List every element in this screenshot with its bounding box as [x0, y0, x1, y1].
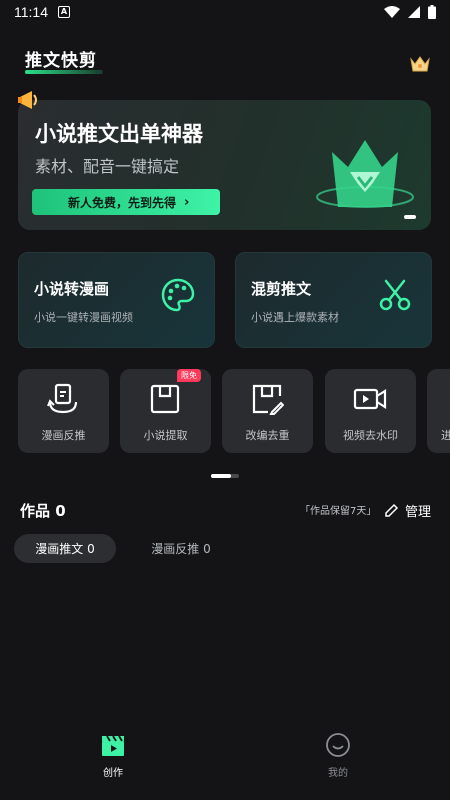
banner-cta-label: 新人免费，先到先得 — [68, 195, 177, 210]
banner-title: 小说推文出单神器 — [35, 122, 203, 146]
tool-partial[interactable]: 进 — [427, 369, 450, 453]
banner-page-indicator — [404, 215, 416, 219]
tool-label: 小说提取 — [143, 429, 188, 442]
chevron-right-icon: › — [184, 194, 190, 210]
diamond-crown-icon — [316, 140, 414, 208]
nav-label: 我的 — [328, 768, 348, 779]
tool-label: 进 — [441, 429, 450, 442]
smiley-icon — [326, 733, 350, 757]
app-title: 推文快剪 — [25, 46, 103, 74]
nav-mine[interactable]: 我的 — [308, 732, 368, 779]
feature-card-title: 小说转漫画 — [34, 280, 110, 298]
nav-create[interactable]: 创作 — [83, 732, 143, 779]
tab-label: 漫画推文 0 — [35, 542, 95, 556]
tool-label: 漫画反推 — [41, 429, 86, 442]
notification-a-icon: A — [58, 6, 70, 18]
status-icons — [384, 5, 436, 19]
tools-scroll-indicator — [211, 474, 239, 478]
manage-label: 管理 — [405, 505, 432, 520]
tab-comic-tweet[interactable]: 漫画推文 0 — [14, 534, 116, 563]
feature-card-mix-cut[interactable]: 混剪推文 小说遇上爆款素材 — [235, 252, 432, 348]
title-underline — [25, 70, 103, 74]
tab-label: 漫画反推 0 — [151, 542, 211, 556]
signal-icon — [408, 6, 420, 18]
status-time: 11:14 — [14, 4, 48, 20]
feature-card-title: 混剪推文 — [251, 280, 312, 298]
tab-comic-reverse[interactable]: 漫画反推 0 — [130, 534, 232, 563]
feature-card-subtitle: 小说遇上爆款素材 — [251, 311, 339, 324]
tool-adapt-dedupe[interactable]: 改编去重 — [222, 369, 313, 453]
megaphone-icon — [18, 91, 37, 109]
save-box-icon — [150, 384, 180, 414]
works-keep-note: 「作品保留7天」 — [300, 506, 377, 517]
video-icon — [353, 388, 387, 410]
edit-box-icon — [252, 384, 284, 415]
wifi-icon — [384, 6, 400, 18]
scroll-thumb — [211, 474, 231, 478]
tool-video-remove-watermark[interactable]: 视频去水印 — [325, 369, 416, 453]
scissors-icon — [379, 279, 411, 311]
status-bar: 11:14 A — [0, 0, 450, 24]
manage-button[interactable]: 管理 — [384, 501, 431, 520]
app-title-text: 推文快剪 — [25, 51, 97, 71]
feature-card-subtitle: 小说一键转漫画视频 — [34, 311, 133, 324]
tool-label: 改编去重 — [245, 429, 290, 442]
tool-label: 视频去水印 — [343, 429, 398, 442]
clapperboard-icon — [102, 735, 124, 756]
banner-subtitle: 素材、配音一键搞定 — [35, 157, 180, 176]
tool-novel-extract[interactable]: 小说提取 限免 — [120, 369, 211, 453]
reverse-icon — [47, 383, 78, 414]
nav-label: 创作 — [103, 768, 123, 779]
bottom-nav: 创作 我的 — [0, 720, 450, 800]
battery-icon — [428, 5, 436, 19]
limited-free-badge: 限免 — [177, 369, 201, 382]
palette-icon — [161, 278, 195, 312]
banner-cta-button[interactable]: 新人免费，先到先得 › — [32, 189, 220, 215]
feature-card-novel-to-comic[interactable]: 小说转漫画 小说一键转漫画视频 — [18, 252, 215, 348]
works-title: 作品 0 — [20, 502, 66, 520]
promo-banner[interactable]: 小说推文出单神器 素材、配音一键搞定 新人免费，先到先得 › — [18, 100, 431, 230]
pencil-icon — [385, 503, 399, 517]
crown-icon[interactable] — [409, 54, 431, 74]
tool-comic-reverse[interactable]: 漫画反推 — [18, 369, 109, 453]
